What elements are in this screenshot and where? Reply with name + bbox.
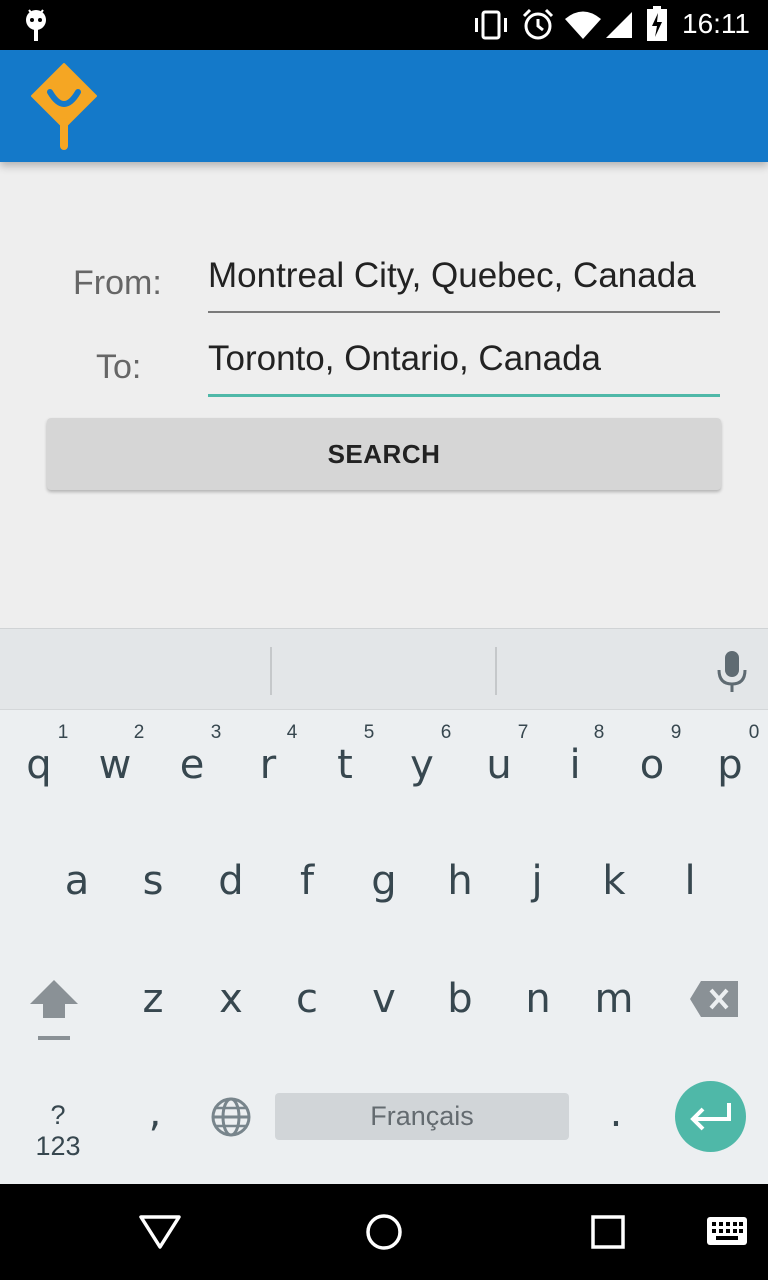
key-o[interactable]: o xyxy=(622,742,682,788)
from-field[interactable]: Montreal City, Quebec, Canada xyxy=(208,256,720,314)
from-label: From: xyxy=(73,264,162,302)
keyboard-switch-icon[interactable] xyxy=(706,1216,748,1246)
key-hint-9: 9 xyxy=(670,722,682,743)
signal-icon xyxy=(606,12,632,38)
key-x[interactable]: x xyxy=(201,976,261,1022)
key-hint-1: 1 xyxy=(57,722,69,743)
key-j[interactable]: j xyxy=(507,858,567,904)
to-input-value: Toronto, Ontario, Canada xyxy=(208,339,602,378)
key-m[interactable]: m xyxy=(584,976,644,1022)
soft-keyboard: 1q 2w 3e 4r 5t 6y 7u 8i 9o 0p asdfghjkl zxcvbnm ?… xyxy=(0,628,768,1184)
status-bar: 16:11 xyxy=(0,0,768,50)
key-hint-3: 3 xyxy=(210,722,222,743)
key-f[interactable]: f xyxy=(277,858,337,904)
search-button[interactable]: SEARCH xyxy=(47,418,721,490)
globe-icon[interactable] xyxy=(210,1096,252,1138)
to-label: To: xyxy=(96,348,142,386)
vibrate-icon xyxy=(475,10,507,40)
key-t[interactable]: t xyxy=(315,742,375,788)
key-hint-0: 0 xyxy=(748,722,760,743)
space-bar[interactable]: Français xyxy=(275,1093,569,1140)
key-s[interactable]: s xyxy=(123,858,183,904)
key-r[interactable]: r xyxy=(238,742,298,788)
to-underline-focused xyxy=(208,394,720,397)
wifi-icon xyxy=(565,11,601,39)
suggestion-divider xyxy=(495,647,497,695)
key-k[interactable]: k xyxy=(584,858,644,904)
clock: 16:11 xyxy=(682,8,750,39)
key-hint-2: 2 xyxy=(133,722,145,743)
key-w[interactable]: w xyxy=(85,742,145,788)
key-hint-4: 4 xyxy=(286,722,298,743)
key-c[interactable]: c xyxy=(277,976,337,1022)
key-z[interactable]: z xyxy=(123,976,183,1022)
app-bar xyxy=(0,50,768,162)
key-y[interactable]: y xyxy=(392,742,452,788)
key-q[interactable]: q xyxy=(9,742,69,788)
key-p[interactable]: p xyxy=(700,742,760,788)
key-i[interactable]: i xyxy=(545,742,605,788)
back-icon[interactable] xyxy=(138,1214,182,1250)
microphone-icon[interactable] xyxy=(716,651,748,693)
comma-key[interactable]: , xyxy=(125,1090,185,1136)
key-hint-8: 8 xyxy=(593,722,605,743)
navigation-bar xyxy=(0,1184,768,1280)
enter-button[interactable] xyxy=(675,1081,746,1152)
symbols-key[interactable]: ?123 xyxy=(28,1100,88,1162)
to-field[interactable]: Toronto, Ontario, Canada xyxy=(208,339,720,399)
alarm-icon xyxy=(522,8,554,40)
shift-icon[interactable] xyxy=(28,978,80,1044)
recents-icon[interactable] xyxy=(590,1214,626,1250)
period-key[interactable]: . xyxy=(586,1090,646,1136)
key-n[interactable]: n xyxy=(508,976,568,1022)
key-l[interactable]: l xyxy=(660,858,720,904)
backspace-icon[interactable] xyxy=(689,980,739,1018)
enter-icon xyxy=(690,1103,731,1131)
from-input-value: Montreal City, Quebec, Canada xyxy=(208,256,696,295)
key-a[interactable]: a xyxy=(47,858,107,904)
battery-charging-icon xyxy=(647,6,667,41)
app-logo-icon xyxy=(31,63,97,150)
key-hint-5: 5 xyxy=(363,722,375,743)
key-e[interactable]: e xyxy=(162,742,222,788)
key-d[interactable]: d xyxy=(201,858,261,904)
key-hint-7: 7 xyxy=(517,722,529,743)
home-icon[interactable] xyxy=(364,1212,404,1252)
from-underline xyxy=(208,311,720,313)
suggestion-divider xyxy=(270,647,272,695)
key-hint-6: 6 xyxy=(440,722,452,743)
key-h[interactable]: h xyxy=(430,858,490,904)
key-b[interactable]: b xyxy=(430,976,490,1022)
suggestion-strip xyxy=(0,628,768,710)
key-v[interactable]: v xyxy=(354,976,414,1022)
key-u[interactable]: u xyxy=(469,742,529,788)
android-debug-icon xyxy=(26,9,46,41)
key-g[interactable]: g xyxy=(354,858,414,904)
